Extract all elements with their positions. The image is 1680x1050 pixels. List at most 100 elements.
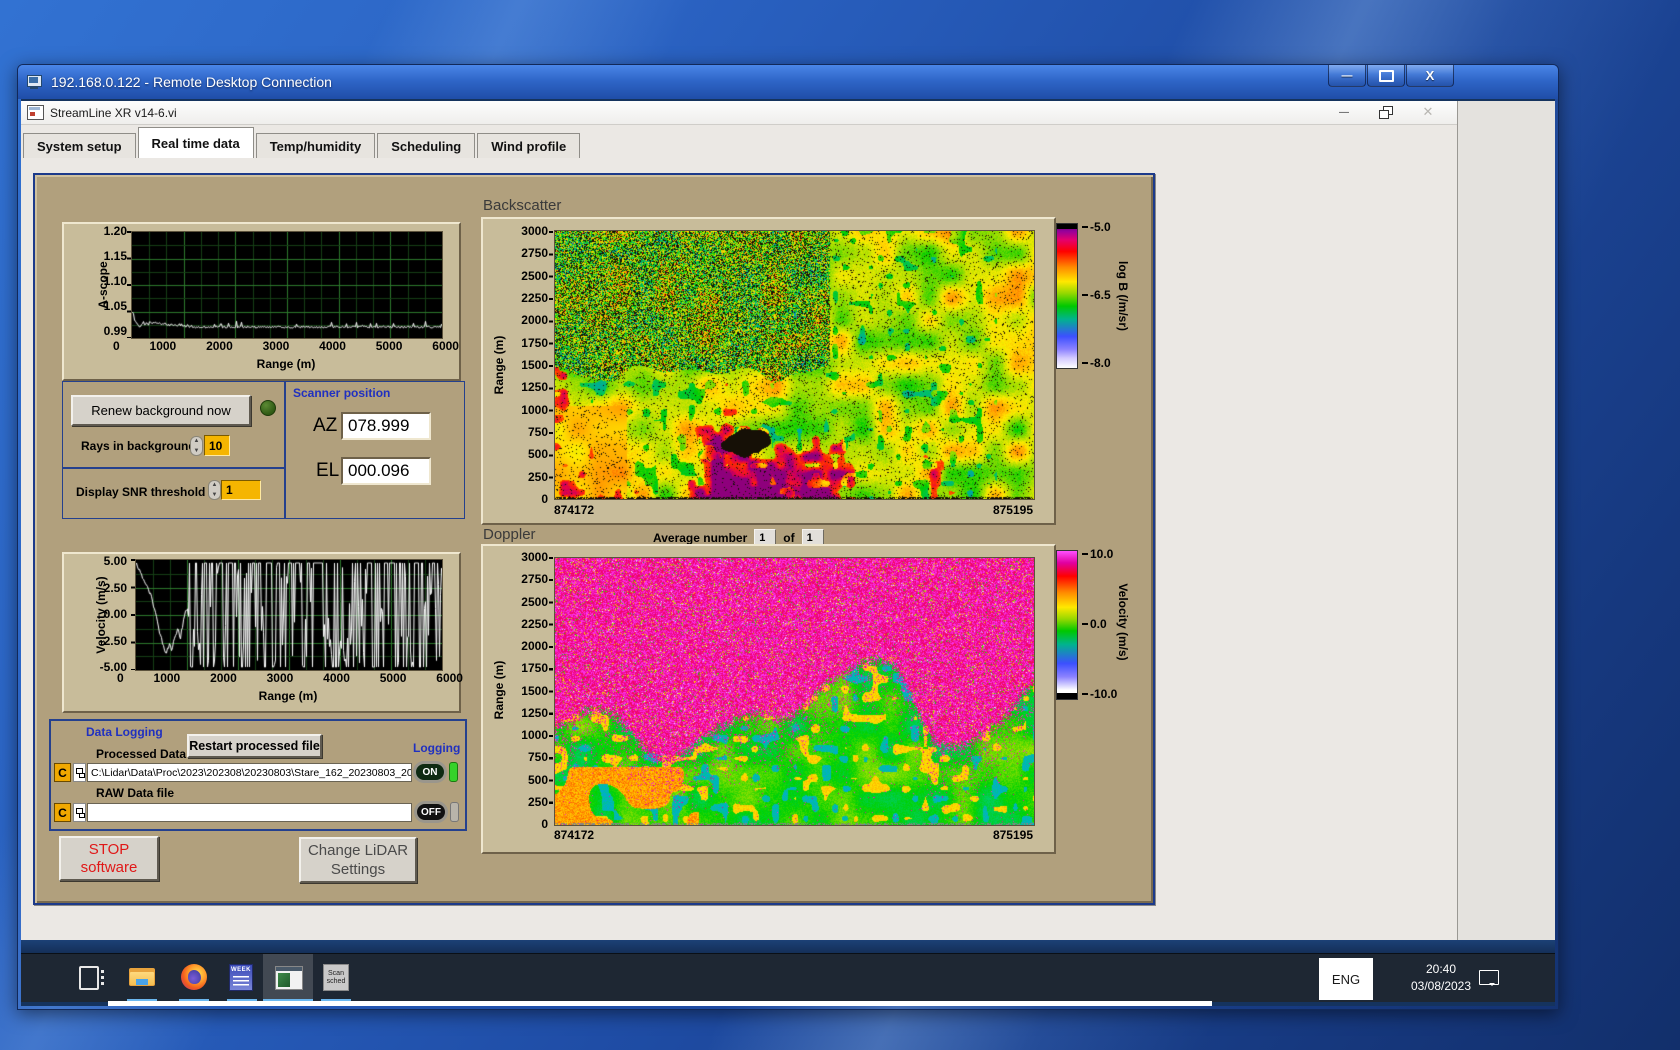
ascope-y-tick: 1.05 [103, 299, 127, 313]
average-number-label: Average number [653, 530, 748, 545]
doppler-y-tick: 500 [527, 772, 548, 787]
remote-taskbar: WEEK Scan sched ENG 20:40 03/08/2023 [21, 953, 1555, 1002]
restart-processed-file-button[interactable]: Restart processed file [187, 734, 322, 758]
data-logging-title: Data Logging [86, 725, 163, 739]
doppler-canvas [555, 558, 1034, 825]
rdp-window: 192.168.0.122 - Remote Desktop Connectio… [17, 64, 1559, 1010]
backscatter-y-tick: 250 [527, 469, 548, 484]
el-value-field[interactable]: 000.096 [341, 457, 431, 485]
backscatter-colorbar-label: log B (/m/sr) [1116, 260, 1130, 331]
of-label: of [783, 530, 795, 545]
backscatter-y-tick: 2000 [521, 313, 548, 328]
ascope-y-tick: 1.15 [103, 249, 127, 263]
az-label: AZ [313, 415, 338, 436]
language-indicator[interactable]: ENG [1319, 958, 1373, 1000]
renew-background-button[interactable]: Renew background now [71, 395, 251, 426]
data-logging-box: Data Logging Processed Data file Restart… [49, 719, 467, 831]
minimize-button[interactable] [1328, 65, 1366, 87]
ascope-canvas [132, 232, 442, 338]
tab-scheduling[interactable]: Scheduling [377, 133, 476, 158]
background-controls-box: Renew background now Rays in background … [62, 381, 285, 468]
az-value-field[interactable]: 078.999 [341, 412, 431, 440]
snr-spinner[interactable]: ▲ ▼ [208, 480, 221, 500]
scanner-position-box: Scanner position AZ 078.999 EL 000.096 [285, 381, 465, 519]
processed-path-field[interactable]: C:\Lidar\Data\Proc\2023\202308\20230803\… [87, 763, 412, 782]
change-lidar-settings-button[interactable]: Change LiDAR Settings [299, 837, 417, 883]
scanner-position-title: Scanner position [293, 386, 391, 400]
ascope-plot [131, 231, 443, 339]
processed-drive-box[interactable]: C [54, 763, 71, 782]
raw-logging-state: OFF [414, 801, 448, 823]
backscatter-y-tick: 2250 [521, 290, 548, 305]
velocity-x-tick: 2000 [210, 671, 237, 685]
raw-logging-toggle[interactable]: OFF [414, 801, 459, 823]
backscatter-y-tickmarks [549, 231, 553, 499]
backscatter-y-tick: 3000 [521, 224, 548, 238]
doppler-y-tick: 250 [527, 794, 548, 809]
ascope-y-ticks: 1.20 1.15 1.10 1.05 0.99 [87, 225, 127, 337]
velocity-x-tick: 0 [117, 671, 124, 685]
tab-wind-profile[interactable]: Wind profile [477, 133, 581, 158]
rdp-titlebar[interactable]: 192.168.0.122 - Remote Desktop Connectio… [18, 65, 1558, 99]
remote-desktop-icon [27, 75, 44, 89]
rays-value-field[interactable]: 10 [204, 435, 230, 456]
app-titlebar[interactable]: StreamLine XR v14-6.vi [21, 101, 1457, 125]
doppler-x-end: 875195 [992, 828, 1033, 842]
doppler-y-tick: 2250 [521, 616, 548, 631]
week-planner-icon[interactable]: WEEK [229, 964, 256, 991]
raw-drive-box[interactable]: C [54, 803, 71, 822]
clock[interactable]: 20:40 03/08/2023 [1391, 961, 1491, 995]
close-button[interactable] [1406, 65, 1454, 87]
backscatter-y-tick: 2750 [521, 246, 548, 261]
doppler-y-tick: 1000 [521, 728, 548, 742]
backscatter-y-tick: 1500 [521, 357, 548, 372]
doppler-graph-panel: Range (m) 3000 2750 2500 2250 2000 1750 1500 12… [481, 544, 1056, 854]
processed-path-browse-icon[interactable] [73, 763, 86, 782]
velocity-x-tick: 3000 [266, 671, 294, 685]
maximize-button[interactable] [1367, 65, 1405, 87]
snr-value-field[interactable]: 1 [221, 480, 261, 500]
labview-app-icon[interactable] [275, 964, 303, 991]
backscatter-colorbar-tick: -5.0 [1082, 221, 1111, 233]
app-restore-button[interactable] [1365, 102, 1407, 122]
backscatter-y-tick: 2500 [521, 268, 548, 283]
rays-spinner[interactable]: ▲ ▼ [190, 436, 203, 456]
raw-path-field[interactable] [87, 803, 412, 822]
velocity-y-tick: 5.00 [103, 554, 127, 568]
rdp-window-title: 192.168.0.122 - Remote Desktop Connectio… [51, 74, 332, 90]
remote-session: StreamLine XR v14-6.vi System setup Real… [21, 99, 1555, 1006]
doppler-y-tick: 1500 [521, 683, 548, 698]
clock-time: 20:40 [1425, 962, 1457, 976]
remote-desktop-area [1458, 101, 1555, 940]
stop-button-line1: STOP [88, 840, 130, 858]
velocity-y-tick: 0.00 [103, 607, 127, 621]
raw-path-browse-icon[interactable] [73, 803, 86, 822]
velocity-graph-panel: Velocity (m/s) 5.00 2.50 0.00 -2.50 -5.00 01… [62, 552, 463, 713]
backscatter-colorbar-ticks: -5.0 -6.5 -8.0 [1082, 221, 1111, 369]
doppler-colorbar-tick: -10.0 [1082, 688, 1117, 700]
tab-temp-humidity[interactable]: Temp/humidity [255, 133, 376, 158]
file-explorer-icon[interactable] [129, 964, 156, 991]
doppler-y-tick: 3000 [521, 550, 548, 564]
backscatter-graph-panel: Range (m) 3000 2750 2500 2250 2000 1750 1500 12… [481, 217, 1056, 525]
scan-scheduler-icon[interactable]: Scan sched [323, 964, 350, 991]
velocity-x-tick: 5000 [379, 671, 407, 685]
doppler-heatmap [554, 557, 1035, 826]
ascope-x-tick: 2000 [206, 339, 233, 353]
notification-center-icon[interactable] [1479, 970, 1499, 986]
tab-real-time-data[interactable]: Real time data [137, 127, 254, 158]
velocity-y-ticks: 5.00 2.50 0.00 -2.50 -5.00 [83, 555, 127, 673]
app-close-button[interactable] [1407, 102, 1449, 122]
ascope-x-tick: 6000 [432, 339, 459, 353]
doppler-y-axis-label: Range (m) [492, 660, 506, 720]
processed-logging-toggle[interactable]: ON [413, 761, 458, 783]
doppler-x-ticks: 874172 875195 [554, 829, 1033, 842]
firefox-icon[interactable] [181, 964, 208, 991]
stop-software-button[interactable]: STOP software [59, 836, 159, 881]
velocity-x-tick: 6000 [436, 671, 463, 685]
tab-system-setup[interactable]: System setup [23, 133, 136, 158]
app-minimize-button[interactable] [1323, 102, 1365, 122]
raw-data-file-label: RAW Data file [96, 786, 175, 800]
ascope-y-tick: 1.10 [103, 274, 127, 288]
task-view-icon[interactable] [76, 964, 104, 991]
